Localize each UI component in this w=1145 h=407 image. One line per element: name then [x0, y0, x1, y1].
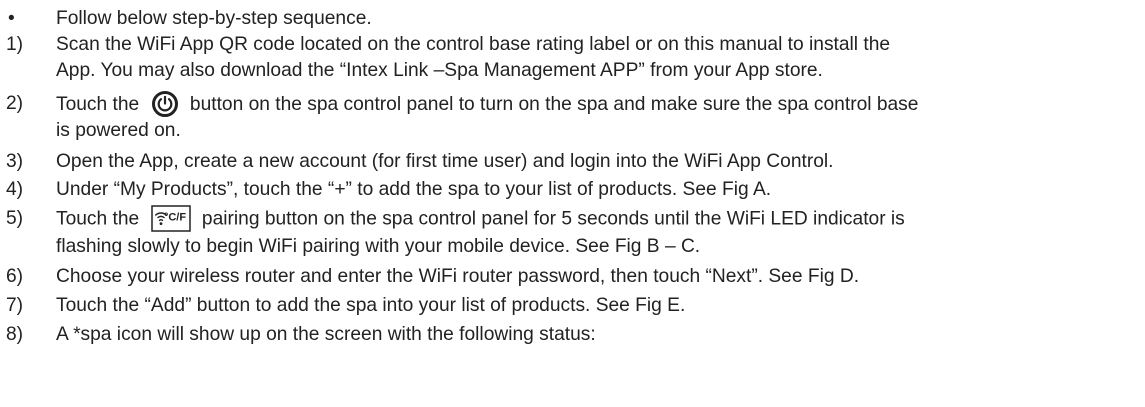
step-number: 1)	[6, 34, 24, 55]
step-number: 7)	[6, 295, 24, 316]
step-8-line-1: A *spa icon will show up on the screen w…	[56, 324, 596, 345]
step-4-line-1: Under “My Products”, touch the “+” to ad…	[56, 179, 772, 200]
step-1-line-2: App. You may also download the “Intex Li…	[56, 60, 823, 81]
pairing-icon-text: °C/F	[164, 212, 186, 224]
step-number: 4)	[6, 179, 24, 200]
step-5-before-icon: Touch the	[56, 208, 140, 230]
bullet-marker: •	[8, 8, 15, 29]
step-number: 5)	[6, 208, 24, 229]
step-5-line-1: Touch the °C/F pairing button on the spa…	[56, 205, 905, 233]
step-number: 3)	[6, 151, 24, 172]
step-5-line-2: flashing slowly to begin WiFi pairing wi…	[56, 236, 701, 257]
instruction-page: • Follow below step-by-step sequence. 1)…	[0, 0, 1145, 407]
step-number: 2)	[6, 93, 24, 114]
step-5-after-icon: pairing button on the spa control panel …	[201, 208, 905, 230]
step-3-line-1: Open the App, create a new account (for …	[56, 151, 834, 172]
step-6-line-1: Choose your wireless router and enter th…	[56, 266, 860, 287]
step-number: 6)	[6, 266, 24, 287]
wifi-pairing-icon: °C/F	[150, 205, 191, 232]
step-1-line-1: Scan the WiFi App QR code located on the…	[56, 34, 891, 55]
power-icon	[151, 90, 179, 118]
step-2-line-1: Touch the button on the spa control pane…	[56, 91, 918, 119]
step-number: 8)	[6, 324, 24, 345]
step-7-line-1: Touch the “Add” button to add the spa in…	[56, 295, 686, 316]
bullet-intro-text: Follow below step-by-step sequence.	[56, 8, 372, 29]
step-2-line-2: is powered on.	[56, 120, 181, 141]
step-2-after-icon: button on the spa control panel to turn …	[189, 94, 919, 116]
step-2-before-icon: Touch the	[56, 94, 140, 116]
